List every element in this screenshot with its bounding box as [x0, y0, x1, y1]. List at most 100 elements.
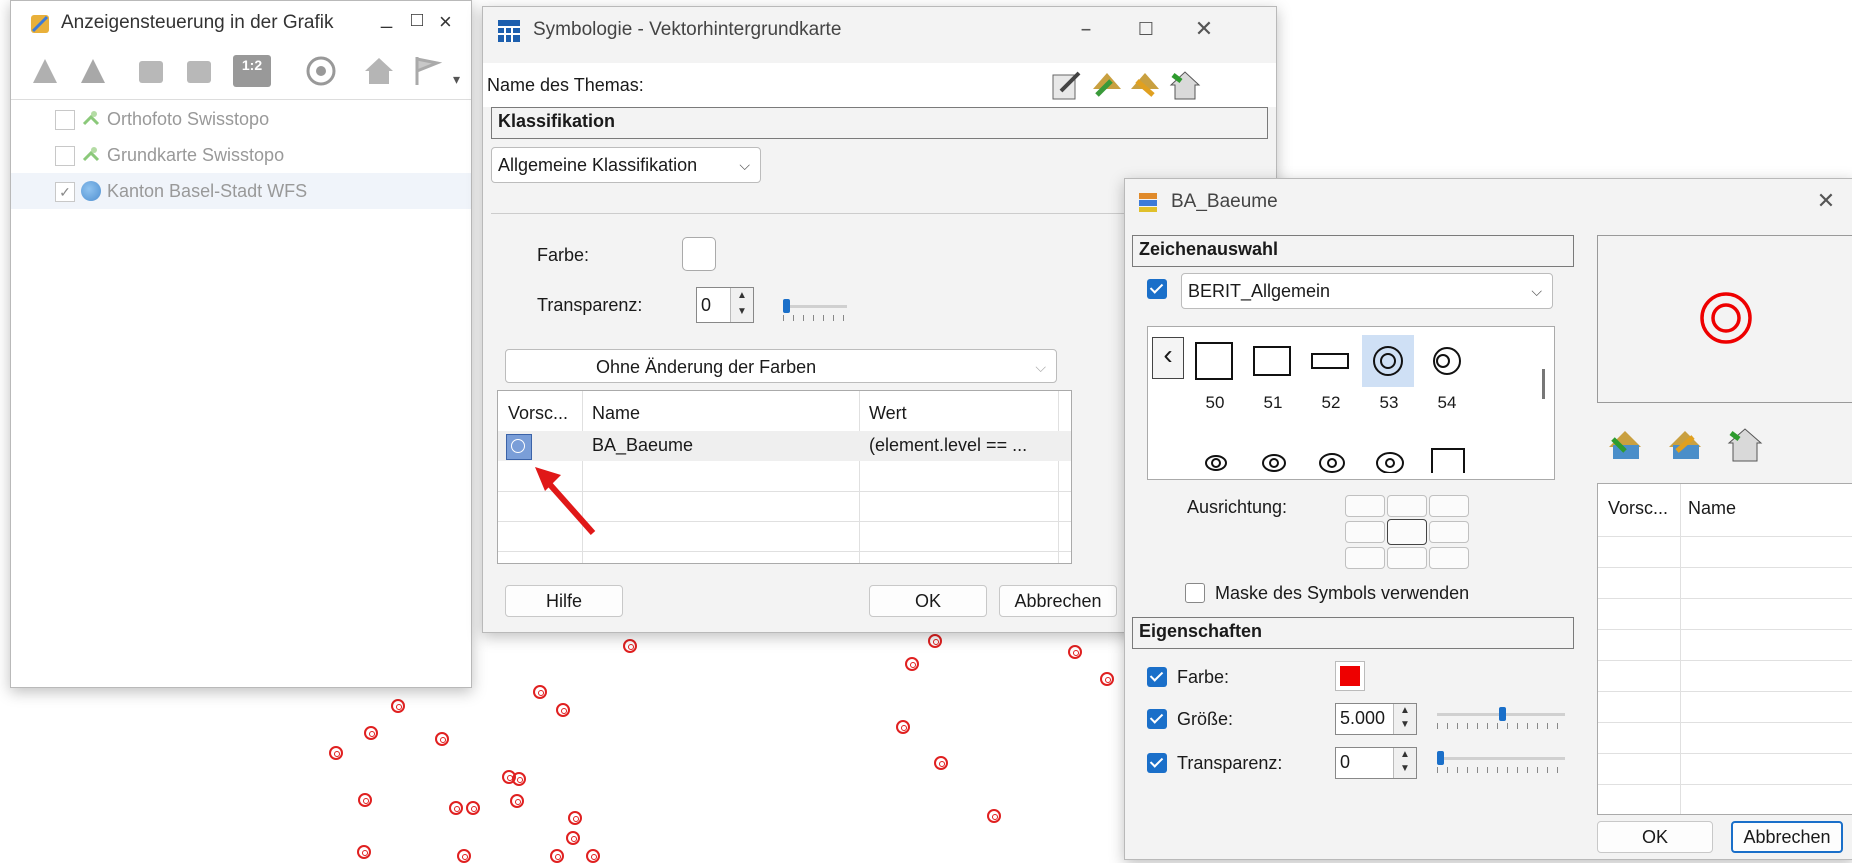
transparency-stepper[interactable]: 0 ▲ ▼	[696, 287, 754, 323]
transparency-stepper[interactable]: 0 ▲ ▼	[1335, 747, 1417, 779]
color-swatch[interactable]	[1335, 661, 1365, 691]
alignment-cell[interactable]	[1345, 521, 1385, 543]
font-select[interactable]: BERIT_Allgemein ⌵	[1181, 273, 1553, 309]
symbol-option-54[interactable]: 54	[1420, 333, 1474, 421]
home-save-icon[interactable]	[1167, 67, 1203, 103]
symbol-option-partial[interactable]	[1312, 441, 1352, 473]
column-name[interactable]: Name	[592, 403, 640, 424]
export-style-icon[interactable]	[1665, 425, 1707, 467]
tree-marker-icon[interactable]	[533, 685, 547, 699]
transparency-slider[interactable]	[1437, 751, 1565, 775]
font-checkbox[interactable]	[1147, 279, 1167, 299]
alignment-cell[interactable]	[1345, 495, 1385, 517]
import-style-icon[interactable]	[1605, 425, 1647, 467]
tree-marker-icon[interactable]	[568, 811, 582, 825]
layer-add-icon[interactable]	[133, 53, 169, 89]
layer-up-icon[interactable]	[27, 53, 63, 89]
tree-marker-icon[interactable]	[896, 720, 910, 734]
alignment-cell[interactable]	[1345, 547, 1385, 569]
table-row[interactable]: BA_Baeume (element.level == ...	[498, 431, 1071, 461]
scale-button[interactable]: 1:2	[233, 55, 271, 87]
color-mode-select[interactable]: Ohne Änderung der Farben ⌵	[505, 349, 1057, 383]
cancel-button[interactable]: Abbrechen	[999, 585, 1117, 617]
layer-item[interactable]: Orthofoto Swisstopo	[11, 101, 471, 137]
maximize-button[interactable]: ☐	[1123, 13, 1169, 47]
close-button[interactable]: ✕	[1803, 185, 1849, 219]
cancel-button[interactable]: Abbrechen	[1731, 821, 1843, 853]
stepper-arrows-icon[interactable]: ▲ ▼	[1393, 748, 1416, 778]
column-preview[interactable]: Vorsc...	[508, 403, 568, 424]
help-button[interactable]: Hilfe	[505, 585, 623, 617]
symbol-option-53[interactable]: 53	[1362, 333, 1416, 421]
tree-marker-icon[interactable]	[1100, 672, 1114, 686]
transparency-slider[interactable]	[783, 299, 847, 323]
tree-marker-icon[interactable]	[449, 801, 463, 815]
tree-marker-icon[interactable]	[586, 849, 600, 863]
tree-marker-icon[interactable]	[435, 732, 449, 746]
maximize-button[interactable]: □	[411, 9, 423, 32]
layer-item[interactable]: ✓ Kanton Basel-Stadt WFS	[11, 173, 471, 209]
tree-marker-icon[interactable]	[623, 639, 637, 653]
tree-marker-icon[interactable]	[512, 772, 526, 786]
theme-input[interactable]	[659, 67, 1009, 103]
edit-icon[interactable]	[1049, 67, 1085, 103]
tree-marker-icon[interactable]	[905, 657, 919, 671]
alignment-cell[interactable]	[1387, 547, 1427, 569]
layer-checkbox[interactable]	[55, 110, 75, 130]
tree-marker-icon[interactable]	[364, 726, 378, 740]
tree-marker-icon[interactable]	[357, 845, 371, 859]
tree-marker-icon[interactable]	[391, 699, 405, 713]
tree-marker-icon[interactable]	[928, 634, 942, 648]
color-checkbox[interactable]	[1147, 667, 1167, 687]
layer-checkbox[interactable]	[55, 146, 75, 166]
close-button[interactable]: ×	[439, 9, 452, 35]
home-save-icon[interactable]	[1725, 425, 1767, 467]
alignment-cell[interactable]	[1429, 495, 1469, 517]
tree-marker-icon[interactable]	[466, 801, 480, 815]
stepper-arrows-icon[interactable]: ▲ ▼	[1393, 704, 1416, 734]
ok-button[interactable]: OK	[1597, 821, 1713, 853]
tree-marker-icon[interactable]	[329, 746, 343, 760]
column-name[interactable]: Name	[1688, 498, 1736, 519]
alignment-cell[interactable]	[1387, 519, 1427, 545]
tree-marker-icon[interactable]	[550, 849, 564, 863]
transparency-checkbox[interactable]	[1147, 753, 1167, 773]
layer-checkbox[interactable]: ✓	[55, 182, 75, 202]
ok-button[interactable]: OK	[869, 585, 987, 617]
column-preview[interactable]: Vorsc...	[1608, 498, 1668, 519]
size-slider[interactable]	[1437, 707, 1565, 731]
layer-remove-icon[interactable]	[181, 53, 217, 89]
symbol-option-52[interactable]: 52	[1304, 333, 1358, 421]
symbol-option-51[interactable]: 51	[1246, 333, 1300, 421]
symbol-option-partial[interactable]	[1196, 441, 1236, 473]
symbol-option-partial[interactable]	[1370, 441, 1410, 473]
mask-checkbox[interactable]	[1185, 583, 1205, 603]
tree-marker-icon[interactable]	[510, 794, 524, 808]
import-icon[interactable]	[1089, 67, 1125, 103]
tree-marker-icon[interactable]	[987, 809, 1001, 823]
layer-down-icon[interactable]	[75, 53, 111, 89]
color-swatch[interactable]	[682, 237, 716, 271]
layer-item[interactable]: Grundkarte Swisstopo	[11, 137, 471, 173]
flag-icon[interactable]	[409, 53, 445, 89]
tree-marker-icon[interactable]	[556, 703, 570, 717]
home-icon[interactable]	[361, 53, 397, 89]
classification-select[interactable]: Allgemeine Klassifikation ⌵	[491, 147, 761, 183]
size-stepper[interactable]: 5.000 ▲ ▼	[1335, 703, 1417, 735]
symbol-option-50[interactable]: 50	[1188, 333, 1242, 421]
tree-marker-icon[interactable]	[358, 793, 372, 807]
alignment-cell[interactable]	[1429, 521, 1469, 543]
overflow-icon[interactable]: ▾	[453, 71, 460, 88]
size-checkbox[interactable]	[1147, 709, 1167, 729]
close-button[interactable]: ✕	[1181, 13, 1227, 47]
alignment-cell[interactable]	[1429, 547, 1469, 569]
tree-marker-icon[interactable]	[457, 849, 471, 863]
tree-marker-icon[interactable]	[934, 756, 948, 770]
alignment-cell[interactable]	[1387, 495, 1427, 517]
tree-marker-icon[interactable]	[566, 831, 580, 845]
minimize-button[interactable]: –	[1063, 13, 1109, 47]
stepper-arrows-icon[interactable]: ▲ ▼	[730, 288, 753, 322]
symbol-option-partial[interactable]	[1254, 441, 1294, 473]
scrollbar-thumb[interactable]	[1542, 369, 1545, 399]
tree-marker-icon[interactable]	[1068, 645, 1082, 659]
